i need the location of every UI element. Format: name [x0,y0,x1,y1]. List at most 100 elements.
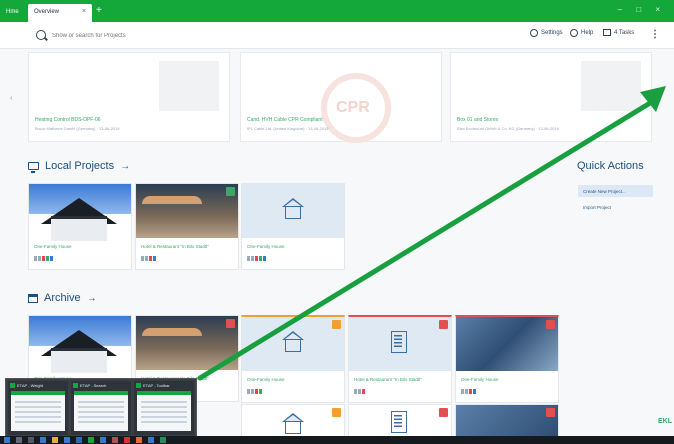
search-input[interactable] [50,29,274,43]
title-bar: Hme Overview × + – □ × [0,0,674,22]
tasks-icon [603,29,611,36]
project-card[interactable] [348,404,452,438]
recent-project-title: Cand. HVH Cable CPR Compliant [247,117,323,123]
house-icon [282,331,304,353]
project-thumbnail [242,184,344,238]
status-badge [439,408,448,417]
thumbnail-screen [74,391,128,431]
create-project-button[interactable]: Create New Project... [578,185,653,197]
chevron-left-icon[interactable]: ‹ [10,93,13,102]
project-watermark [581,61,641,111]
window-thumbnail[interactable]: ETAP - Weight [8,381,68,435]
status-badge [226,187,235,196]
project-status-bars [141,256,156,261]
project-thumbnail [136,316,238,370]
status-badge [226,319,235,328]
project-card[interactable]: One-Family House [28,183,132,270]
project-card[interactable]: Hotel & Restaurant "In Bilo Stadtl" [135,183,239,270]
app-icon[interactable] [160,437,166,443]
tab-overview[interactable]: Overview × [28,4,92,22]
project-name: One-Family House [247,244,285,249]
house-icon [282,198,304,220]
folder-icon[interactable] [52,437,58,443]
local-projects-heading[interactable]: Local Projects → [28,160,131,173]
etap-app-icon[interactable] [88,437,94,443]
status-badge [546,320,555,329]
help-button[interactable]: Help [570,29,593,37]
add-tab-icon[interactable]: + [96,5,102,16]
recent-project-card[interactable]: Box 01 and Stores Elec Ecomount GmbH & C… [450,52,652,142]
task-view-icon[interactable] [28,437,34,443]
recent-project-card[interactable]: Heating Control BDS-OPF-06 Bruce Mathews… [28,52,230,142]
project-thumbnail [136,184,238,238]
tasks-button[interactable]: 4 Tasks [603,29,634,36]
thumbnail-label: ETAP - Weight [17,383,44,388]
project-card[interactable]: One-Family House [241,183,345,270]
project-card[interactable]: Hotel & Restaurant "In Bilo Stadtl" [348,315,452,403]
recent-project-subtitle: Bruce Mathews GmbH (Germany) · 13-06-201… [35,126,120,131]
recent-project-title: Heating Control BDS-OPF-06 [35,117,101,123]
project-name: One-Family House [34,244,72,249]
cpr-watermark-text: CPR [336,99,370,116]
store-icon[interactable] [64,437,70,443]
edge-icon[interactable] [40,437,46,443]
project-name: One-Family House [247,377,285,382]
status-badge [332,408,341,417]
window-thumbnail[interactable]: ETAP - Search [71,381,131,435]
home-tab[interactable]: Hme [6,6,24,18]
project-card[interactable] [455,404,559,438]
project-name: Hotel & Restaurant "In Bilo Stadtl" [354,377,422,382]
project-thumbnail [349,317,451,371]
project-name: One-Family House [461,377,499,382]
search-icon[interactable] [16,437,22,443]
archive-title: Archive [44,292,81,304]
project-card[interactable] [241,404,345,438]
search-icon [36,30,46,40]
help-label: Help [581,30,594,36]
project-name: Hotel & Restaurant "In Bilo Stadtl" [141,244,209,249]
app-icon [10,383,15,388]
window-controls[interactable]: – □ × [618,5,666,14]
project-thumbnail [29,316,131,373]
document-icon [391,411,407,433]
thumbnail-label: ETAP - Search [80,383,107,388]
project-card[interactable]: One-Family House [241,315,345,403]
project-watermark [159,61,219,111]
app-icon[interactable] [112,437,118,443]
archive-heading[interactable]: Archive → [28,292,97,304]
archive-icon [28,293,38,303]
more-menu-icon[interactable]: ⋮ [650,29,660,40]
settings-button[interactable]: Settings [530,29,563,37]
monitor-icon [28,162,39,173]
window-thumbnail[interactable]: ETAP - Toolbar [134,381,194,435]
mail-icon[interactable] [76,437,82,443]
status-badge [332,320,341,329]
project-thumbnail [456,317,558,371]
thumbnail-label: ETAP - Toolbar [143,383,170,388]
recent-project-title: Box 01 and Stores [457,117,499,123]
status-badge [439,320,448,329]
import-project-link[interactable]: Import Project [578,205,611,210]
app-icon[interactable] [100,437,106,443]
project-status-bars [34,256,53,261]
app-icon [73,383,78,388]
document-icon [391,331,407,353]
app-icon[interactable] [136,437,142,443]
app-icon[interactable] [148,437,154,443]
taskbar-preview: ETAP - Weight ETAP - Search ETAP - Toolb… [5,378,197,438]
project-status-bars [461,389,476,394]
project-status-bars [247,389,262,394]
gear-icon [530,29,538,37]
close-icon[interactable]: × [82,8,86,15]
help-icon [570,29,578,37]
app-icon[interactable] [124,437,130,443]
arrow-right-icon: → [120,160,131,172]
project-thumbnail [242,317,344,371]
project-thumbnail [29,184,131,241]
arrow-right-icon: → [86,292,97,304]
tab-overview-label: Overview [34,9,60,15]
recent-project-card[interactable]: CPR Cand. HVH Cable CPR Compliant IPL Ca… [240,52,442,143]
start-icon[interactable] [4,437,10,443]
settings-label: Settings [541,30,563,36]
project-card[interactable]: One-Family House [455,315,559,403]
